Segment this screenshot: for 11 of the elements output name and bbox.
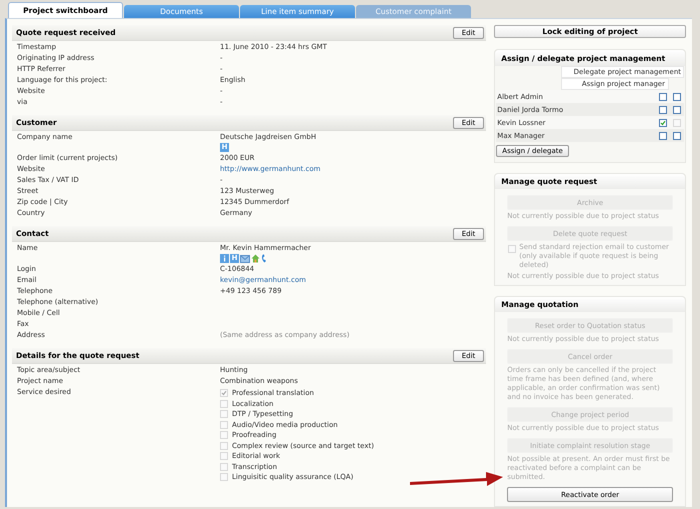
info-icon[interactable]	[220, 254, 229, 263]
checkbox[interactable]	[673, 132, 681, 140]
envelope-icon[interactable]	[240, 254, 250, 262]
checkbox[interactable]	[659, 92, 667, 101]
house-icon[interactable]	[251, 254, 260, 263]
checkbox[interactable]	[659, 118, 667, 127]
checkbox[interactable]	[659, 106, 667, 114]
checkbox[interactable]	[673, 92, 681, 101]
checkbox[interactable]	[659, 132, 667, 140]
checkbox[interactable]	[673, 106, 681, 114]
phone-icon[interactable]	[261, 254, 269, 263]
